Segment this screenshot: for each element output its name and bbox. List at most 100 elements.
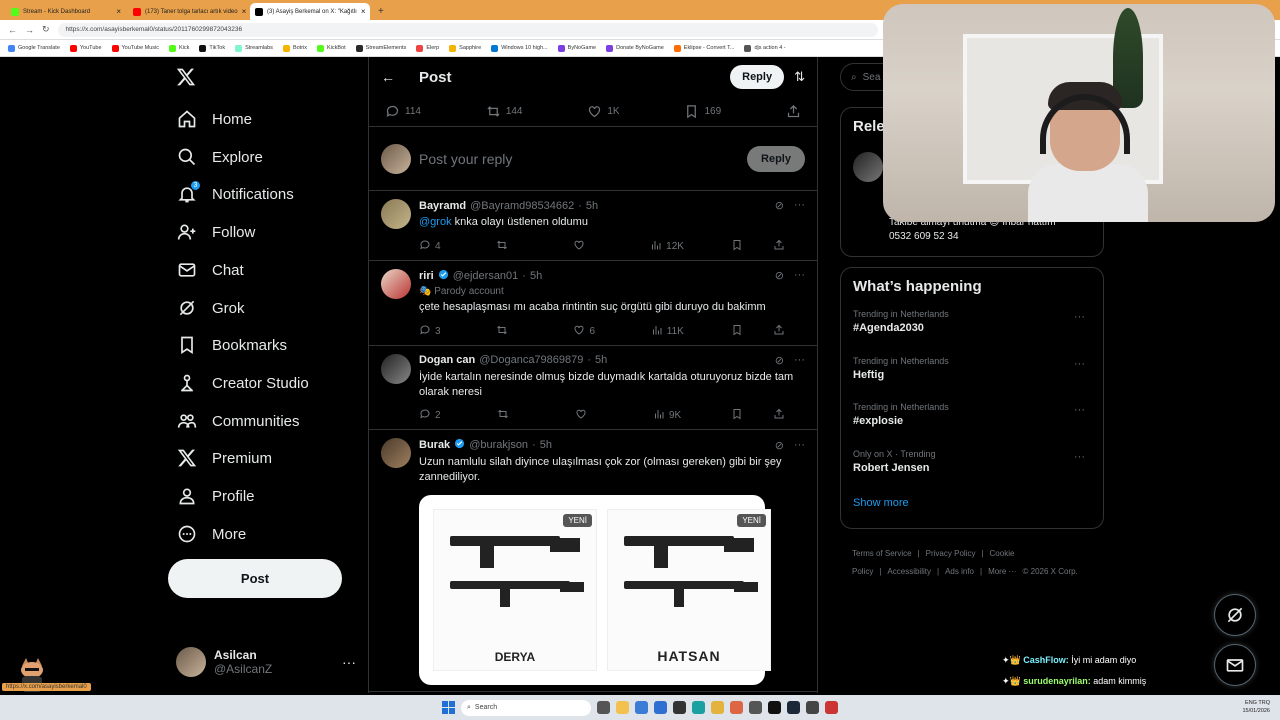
reply-submit-button[interactable]: Reply <box>747 145 805 172</box>
bookmark-item[interactable]: KickBot <box>317 44 346 52</box>
task-view-icon[interactable] <box>597 701 610 714</box>
close-tab-icon[interactable]: × <box>116 7 121 16</box>
grok-fab-button[interactable] <box>1214 594 1256 636</box>
app-icon[interactable] <box>730 701 743 714</box>
sidebar-item-explore[interactable]: Explore <box>176 142 263 172</box>
url-input[interactable]: https://x.com/asayisberkemal0/status/201… <box>57 22 878 37</box>
author-handle[interactable]: @Bayramd98534662 <box>470 200 574 212</box>
avatar[interactable] <box>381 199 411 229</box>
reload-icon[interactable]: ↻ <box>42 24 50 35</box>
views-button[interactable]: 9K <box>653 408 683 423</box>
bookmark-item[interactable]: Google Translate <box>8 44 60 52</box>
windows-start-icon[interactable] <box>442 701 455 714</box>
reply-stat[interactable]: 114 <box>385 104 421 119</box>
bookmark-item[interactable]: Elerp <box>416 44 439 52</box>
post-time[interactable]: 5h <box>586 200 598 212</box>
bookmark-button[interactable] <box>731 239 761 254</box>
bookmark-item[interactable]: djs action 4 - <box>744 44 786 52</box>
more-dots-icon[interactable]: ··· <box>1074 404 1085 416</box>
sidebar-item-premium[interactable]: Premium <box>176 443 272 473</box>
repost-stat[interactable]: 144 <box>486 104 523 119</box>
sidebar-item-bookmarks[interactable]: Bookmarks <box>176 330 287 360</box>
attached-image[interactable]: YENİ DERYA YENİ HATSAN <box>419 495 771 686</box>
trend-item[interactable]: Trending in Netherlands Heftig ··· <box>853 356 1091 403</box>
more-dots-icon[interactable]: ··· <box>794 439 805 452</box>
avatar[interactable] <box>381 353 411 384</box>
browser-tab[interactable]: Stream - Kick Dashboard × <box>6 3 126 20</box>
steam-icon[interactable] <box>787 701 800 714</box>
like-button[interactable] <box>575 408 605 423</box>
more-dots-icon[interactable]: ··· <box>1074 311 1085 323</box>
trend-item[interactable]: Trending in Netherlands #Agenda2030 ··· <box>853 309 1091 356</box>
grok-explain-icon[interactable]: ⊘ <box>775 199 784 212</box>
reply-button[interactable]: 4 <box>419 239 449 254</box>
share-button[interactable] <box>773 408 803 423</box>
views-button[interactable]: 12K <box>650 239 684 254</box>
author-handle[interactable]: @ejdersan01 <box>453 270 519 282</box>
reply-input[interactable]: Post your reply <box>419 151 512 167</box>
author-name[interactable]: Dogan can <box>419 354 475 366</box>
repost-button[interactable] <box>496 324 526 339</box>
browser-tab[interactable]: (173) Taner tolga tarlacı artık video × <box>128 3 248 20</box>
post-time[interactable]: 5h <box>540 439 552 451</box>
app-icon[interactable] <box>749 701 762 714</box>
avatar[interactable] <box>381 438 411 469</box>
more-dots-icon[interactable]: ··· <box>342 654 356 670</box>
share-stat[interactable] <box>786 104 801 119</box>
reply-post[interactable]: Dogan can @Doganca79869879 · 5h ⊘ ··· İyide ka… <box>369 346 817 431</box>
back-icon[interactable]: ← <box>8 25 17 35</box>
bookmark-item[interactable]: ByNoGame <box>557 44 596 52</box>
sidebar-item-creator-studio[interactable]: Creator Studio <box>176 368 309 398</box>
bookmark-item[interactable]: YouTube <box>69 44 102 52</box>
messages-fab-button[interactable] <box>1214 644 1256 686</box>
sidebar-item-communities[interactable]: Communities <box>176 406 300 436</box>
chrome-icon[interactable] <box>711 701 724 714</box>
bookmark-item[interactable]: Eklipse - Convert T... <box>673 44 734 52</box>
close-tab-icon[interactable]: × <box>242 7 247 16</box>
bookmark-button[interactable] <box>731 324 761 339</box>
store-icon[interactable] <box>635 701 648 714</box>
post-time[interactable]: 5h <box>595 354 607 366</box>
bookmark-item[interactable]: Kick <box>169 44 189 52</box>
more-dots-icon[interactable]: ··· <box>794 269 805 282</box>
reply-post[interactable]: Burak @burakjson · 5h ⊘ ··· Uzun namlulu silah… <box>369 430 817 693</box>
grok-explain-icon[interactable]: ⊘ <box>775 269 784 282</box>
bookmark-item[interactable]: Donate ByNoGame <box>606 44 664 52</box>
more-dots-icon[interactable]: ··· <box>794 354 805 367</box>
mail-app-icon[interactable] <box>654 701 667 714</box>
grok-explain-icon[interactable]: ⊘ <box>775 354 784 367</box>
bookmark-item[interactable]: StreamElements <box>355 44 406 52</box>
avatar[interactable] <box>381 268 411 299</box>
x-logo-icon[interactable] <box>176 67 196 93</box>
bookmark-item[interactable]: Streamlabs <box>235 44 273 52</box>
like-stat[interactable]: 1K <box>587 104 620 119</box>
share-button[interactable] <box>773 239 803 254</box>
repost-button[interactable] <box>496 239 526 254</box>
bookmark-stat[interactable]: 169 <box>684 104 721 119</box>
repost-button[interactable] <box>497 408 527 423</box>
file-explorer-icon[interactable] <box>616 701 629 714</box>
footer-link[interactable]: Privacy Policy <box>926 549 976 558</box>
app-icon[interactable] <box>806 701 819 714</box>
reply-post[interactable]: Bayramd @Bayramd98534662 · 5h ⊘ ··· @grok knka… <box>369 191 817 261</box>
grok-explain-icon[interactable]: ⊘ <box>775 439 784 452</box>
show-more-link[interactable]: Show more <box>853 497 1091 509</box>
reply-button[interactable]: 2 <box>419 408 449 423</box>
app-icon[interactable] <box>825 701 838 714</box>
app-icon[interactable] <box>673 701 686 714</box>
browser-tab-active[interactable]: (3) Asayiş Berkemal on X: "Kağıtlı × <box>250 3 370 20</box>
bookmark-button[interactable] <box>731 408 761 423</box>
bookmark-item[interactable]: TikTok <box>199 44 225 52</box>
sidebar-item-profile[interactable]: Profile <box>176 481 255 511</box>
account-switcher[interactable]: Asilcan @AsilcanZ ··· <box>176 642 356 682</box>
post-time[interactable]: 5h <box>530 270 542 282</box>
forward-icon[interactable]: → <box>25 25 34 35</box>
author-handle[interactable]: @Doganca79869879 <box>479 354 583 366</box>
reply-post[interactable]: riri @ejdersan01 · 5h ⊘ ··· 🎭 Parody account çe… <box>369 261 817 346</box>
sidebar-item-follow[interactable]: Follow <box>176 217 255 247</box>
filter-settings-icon[interactable]: ⇅ <box>794 69 805 85</box>
close-tab-icon[interactable]: × <box>361 7 366 16</box>
mention-link[interactable]: @grok <box>419 216 452 228</box>
taskbar-search[interactable]: ⌕ Search <box>461 699 591 716</box>
author-name[interactable]: Bayramd <box>419 200 466 212</box>
